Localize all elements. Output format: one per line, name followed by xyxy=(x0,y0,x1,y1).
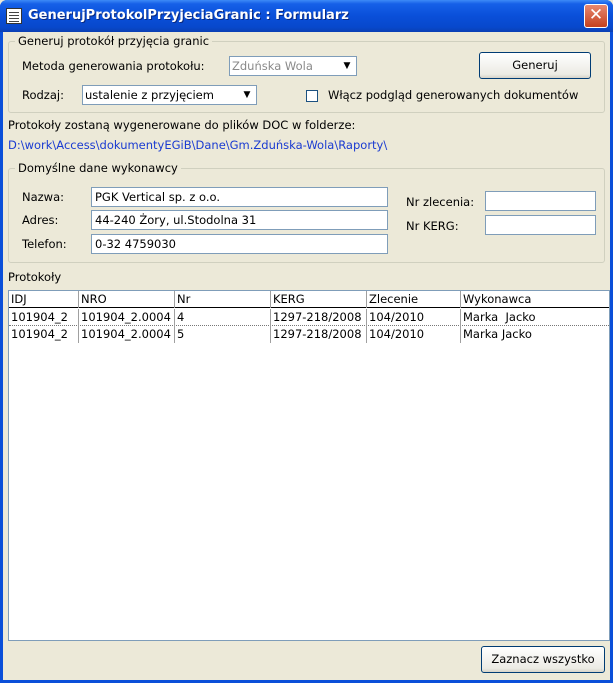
address-field[interactable]: 44-240 Żory, ul.Stodolna 31 xyxy=(91,210,388,230)
generate-group-legend: Generuj protokół przyjęcia granic xyxy=(15,34,213,48)
contractor-group-legend: Domyślne dane wykonawcy xyxy=(15,161,181,175)
method-combo[interactable]: Zduńska Wola ▼ xyxy=(229,56,357,76)
order-number-field[interactable] xyxy=(485,191,596,211)
column-header-wykonawca[interactable]: Wykonawca xyxy=(461,291,609,308)
chevron-down-icon[interactable]: ▼ xyxy=(239,87,255,103)
output-folder-path: D:\work\Access\dokumentyEGiB\Dane\Gm.Zdu… xyxy=(8,138,388,152)
preview-checkbox[interactable] xyxy=(306,90,318,102)
cell-kerg[interactable]: 1297-218/2008 xyxy=(271,309,367,326)
type-label: Rodzaj: xyxy=(22,88,64,102)
close-icon[interactable]: ✕ xyxy=(584,4,608,28)
phone-label: Telefon: xyxy=(22,237,67,251)
method-value: Zduńska Wola xyxy=(232,59,313,73)
generate-button[interactable]: Generuj xyxy=(479,52,591,79)
type-value: ustalenie z przyjęciem xyxy=(85,88,214,102)
table-row[interactable]: 101904_2 101904_2.0004 5 1297-218/2008 1… xyxy=(9,326,609,343)
column-header-idj[interactable]: IDJ xyxy=(9,291,79,308)
form-icon xyxy=(6,8,22,24)
method-label: Metoda generowania protokołu: xyxy=(22,59,205,73)
cell-nro[interactable]: 101904_2.0004 xyxy=(79,309,175,326)
column-header-nr[interactable]: Nr xyxy=(175,291,271,308)
order-number-label: Nr zlecenia: xyxy=(406,195,475,209)
table-header: IDJ NRO Nr KERG Zlecenie Wykonawca xyxy=(9,291,609,308)
name-field[interactable]: PGK Vertical sp. z o.o. xyxy=(91,187,388,207)
cell-nr[interactable]: 5 xyxy=(175,326,271,343)
phone-field[interactable]: 0-32 4759030 xyxy=(91,234,388,254)
name-label: Nazwa: xyxy=(22,190,65,204)
select-all-button[interactable]: Zaznacz wszystko xyxy=(481,646,605,673)
preview-checkbox-label: Włącz podgląd generowanych dokumentów xyxy=(328,88,579,102)
contractor-groupbox: Domyślne dane wykonawcy Nazwa: PGK Verti… xyxy=(8,161,605,263)
window-title: GenerujProtokolPrzyjeciaGranic : Formula… xyxy=(28,8,349,23)
form-body: Generuj protokół przyjęcia granic Metoda… xyxy=(3,32,610,680)
kerg-number-field[interactable] xyxy=(485,215,596,235)
address-label: Adres: xyxy=(22,213,59,227)
chevron-down-icon[interactable]: ▼ xyxy=(339,58,355,74)
generate-groupbox: Generuj protokół przyjęcia granic Metoda… xyxy=(8,34,605,113)
protocols-table[interactable]: IDJ NRO Nr KERG Zlecenie Wykonawca 10190… xyxy=(8,290,610,641)
cell-zlecenie[interactable]: 104/2010 xyxy=(367,309,461,326)
cell-idj[interactable]: 101904_2 xyxy=(9,326,79,343)
form-window: GenerujProtokolPrzyjeciaGranic : Formula… xyxy=(0,0,613,683)
output-info-text: Protokoły zostaną wygenerowane do plików… xyxy=(8,118,356,132)
column-header-zlecenie[interactable]: Zlecenie xyxy=(367,291,461,308)
column-header-nro[interactable]: NRO xyxy=(79,291,175,308)
cell-idj[interactable]: 101904_2 xyxy=(9,309,79,326)
kerg-number-label: Nr KERG: xyxy=(406,219,459,233)
type-combo[interactable]: ustalenie z przyjęciem ▼ xyxy=(82,85,257,105)
cell-kerg[interactable]: 1297-218/2008 xyxy=(271,326,367,343)
protocols-label: Protokoły xyxy=(8,270,62,284)
cell-wykonawca[interactable]: Marka Jacko xyxy=(461,326,609,343)
title-bar[interactable]: GenerujProtokolPrzyjeciaGranic : Formula… xyxy=(0,0,613,32)
table-row[interactable]: 101904_2 101904_2.0004 4 1297-218/2008 1… xyxy=(9,309,609,326)
cell-wykonawca[interactable]: Marka Jacko xyxy=(461,309,609,326)
column-header-kerg[interactable]: KERG xyxy=(271,291,367,308)
cell-nro[interactable]: 101904_2.0004 xyxy=(79,326,175,343)
cell-nr[interactable]: 4 xyxy=(175,309,271,326)
cell-zlecenie[interactable]: 104/2010 xyxy=(367,326,461,343)
